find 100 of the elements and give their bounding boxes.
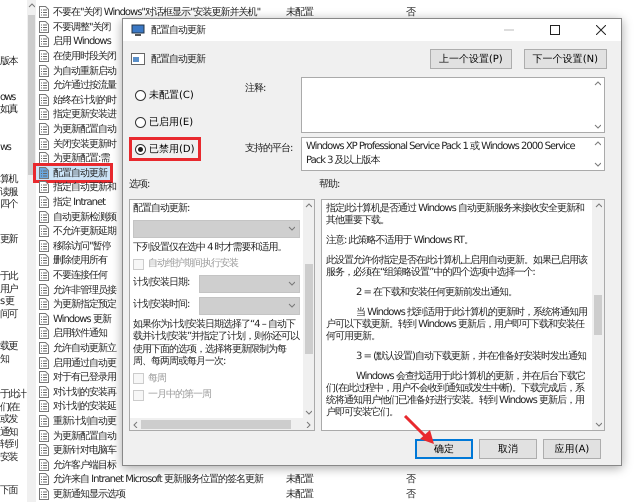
policy-item[interactable]: 对计划的安装再 [36, 384, 119, 399]
policy-item[interactable]: 更新通知显示选项 [36, 486, 128, 501]
window-title: 配置自动更新 [151, 24, 206, 37]
description-text: 四个 [0, 199, 17, 212]
policy-icon [39, 342, 49, 354]
policy-item[interactable]: 启用软件通知 [36, 326, 110, 340]
help-paragraph: 指定此计算机是否通过 Windows 自动更新服务来接收安全更新和其他重要下载。 [326, 203, 585, 227]
description-text: 知 [0, 354, 8, 366]
policy-icon [39, 225, 49, 238]
description-text: ws [0, 142, 10, 154]
policy-item[interactable]: 重新计划自动更 [36, 414, 119, 428]
policy-item[interactable]: 配置自动更新 [33, 162, 113, 183]
description-text: 于此 [0, 271, 17, 284]
scrollbar[interactable] [303, 200, 314, 418]
scroll-thumb[interactable] [594, 295, 602, 335]
policy-item[interactable]: 指定自动更新和 [36, 180, 119, 194]
policy-icon [39, 79, 49, 92]
policy-item[interactable]: 不要在"关闭 Windows"对话框显示"安装更新并关机" [36, 5, 264, 20]
dialog-button[interactable]: 确定 [415, 439, 473, 459]
dialog-button[interactable]: 取消 [479, 439, 537, 459]
policy-icon [39, 94, 49, 106]
scroll-thumb[interactable] [141, 420, 291, 428]
field-label: 计划安装日期: [133, 277, 190, 290]
policy-icon [39, 210, 49, 223]
policy-icon [39, 64, 49, 77]
policy-icon [39, 444, 49, 456]
policy-item[interactable]: 允许自动更新立 [36, 340, 119, 355]
policy-icon [39, 50, 49, 62]
section-label: 帮助: [319, 178, 340, 191]
policy-item[interactable]: 指定 Intranet [36, 195, 108, 210]
policy-comment: 否 [406, 6, 415, 20]
policy-item[interactable]: 为更新配置自动 [36, 122, 119, 136]
scroll-thumb[interactable] [28, 15, 35, 175]
policy-icon [39, 152, 49, 164]
policy-item[interactable]: 允许客户端目标 [36, 458, 119, 472]
description-text: 下面 [0, 485, 17, 498]
scrollbar[interactable] [130, 418, 314, 430]
policy-item[interactable]: 更新针对电脑车 [36, 443, 119, 458]
policy-item[interactable]: 为自动重新启动 [36, 64, 119, 78]
policy-item[interactable]: 允许通过按流量 [36, 78, 119, 92]
policy-item[interactable]: 启用通过自动更 [36, 356, 119, 370]
policy-item[interactable]: 移除访问"暂停 [36, 238, 114, 253]
field-label: 支持的平台: [245, 142, 292, 155]
policy-item[interactable]: 启用 Windows [36, 34, 114, 48]
policy-item[interactable]: 为更新指定预定 [36, 297, 119, 312]
description-text: 们(在 [0, 402, 20, 414]
policy-item[interactable]: 在使用时段关闭 [36, 49, 119, 64]
nav-button[interactable]: 上一个设置(P) [430, 49, 512, 69]
policy-icon [39, 6, 49, 18]
radio-option[interactable]: 已禁用(D) [129, 137, 201, 161]
chevron-down-icon [288, 280, 295, 287]
section-label: 选项: [129, 179, 150, 190]
chevron-down-icon [305, 409, 312, 416]
policy-icon [39, 400, 49, 412]
policy-item[interactable]: 关闭安装更新时 [36, 136, 119, 151]
computer-icon [131, 24, 145, 36]
radio-option[interactable]: 已启用(E) [129, 110, 200, 134]
close-icon [596, 25, 606, 35]
help-paragraph: 3 = (默认设置)自动下载更新，并在准备好安装时发出通知 [355, 351, 587, 363]
policy-icon [39, 166, 49, 179]
policy-item[interactable]: 允许非管理员接 [36, 282, 119, 297]
policy-icon [39, 386, 49, 398]
policy-item[interactable]: 为更新配置自动 [36, 428, 119, 443]
scrollbar[interactable] [27, 0, 36, 502]
policy-icon [39, 430, 49, 442]
radio-option[interactable]: 未配置(C) [129, 83, 200, 107]
policy-icon [39, 196, 49, 208]
description-text: 于此计 [0, 389, 26, 402]
description-text: ows [0, 92, 15, 104]
help-paragraph: Windows 会查找适用于此计算机的更新，并在后台下载它们(在此过程中，用户不会收到通知或发生中断)。下载完成后，系统将通知用户他们已准备好进行安装。转到 Windows 更新后，用户即可安装它们。 [326, 371, 586, 419]
chevron-down-icon [288, 302, 295, 309]
policy-item[interactable]: 不要调整"关闭 [36, 20, 114, 34]
policy-icon [39, 371, 49, 384]
policy-icon [39, 284, 49, 296]
policy-icon [39, 254, 49, 266]
scrollbar[interactable] [592, 200, 604, 430]
policy-item[interactable]: 不允许更新延期 [36, 224, 119, 238]
policy-item[interactable]: 对于有已登录用 [36, 370, 119, 384]
policy-item[interactable]: 对计划的安装延 [36, 399, 119, 414]
description-text: 版本 [0, 56, 17, 68]
policy-icon [39, 414, 49, 427]
policy-icon [39, 312, 49, 325]
policy-item[interactable]: 不要连接任何 [36, 268, 110, 282]
policy-item[interactable]: 删除使用所有 [36, 253, 110, 268]
policy-item[interactable]: 允许来自 Intranet Microsoft 更新服务位置的签名更新 [36, 472, 266, 486]
policy-item[interactable]: 指定更新安装进 [36, 107, 119, 122]
policy-item[interactable]: Windows 更新 [36, 312, 114, 326]
comment-field[interactable] [301, 77, 605, 133]
description-text: 通知 [0, 426, 17, 439]
policy-item[interactable]: 始终在计划的时 [36, 92, 119, 107]
policy-icon [39, 123, 49, 136]
nav-button[interactable]: 下一个设置(N) [524, 49, 607, 69]
policy-item[interactable]: 自动更新检测频 [36, 210, 119, 224]
option-heading: 配置自动更新: [133, 203, 190, 216]
policy-comment: 否 [406, 473, 415, 486]
help-paragraph: 当 Windows 找到适用于此计算机的更新时，系统将通知用户可以下载更新。转到 Windows 更新后，用户即可下载和安装任何可用更新。 [326, 307, 588, 343]
scroll-thumb[interactable] [304, 264, 312, 354]
dialog-button[interactable]: 应用(A) [543, 439, 601, 459]
description-text: 载更 [0, 341, 17, 354]
platform-text: Windows XP Professional Service Pack 1 或 Windows 2000 Service Pack 3 及以上版本 [301, 137, 605, 171]
